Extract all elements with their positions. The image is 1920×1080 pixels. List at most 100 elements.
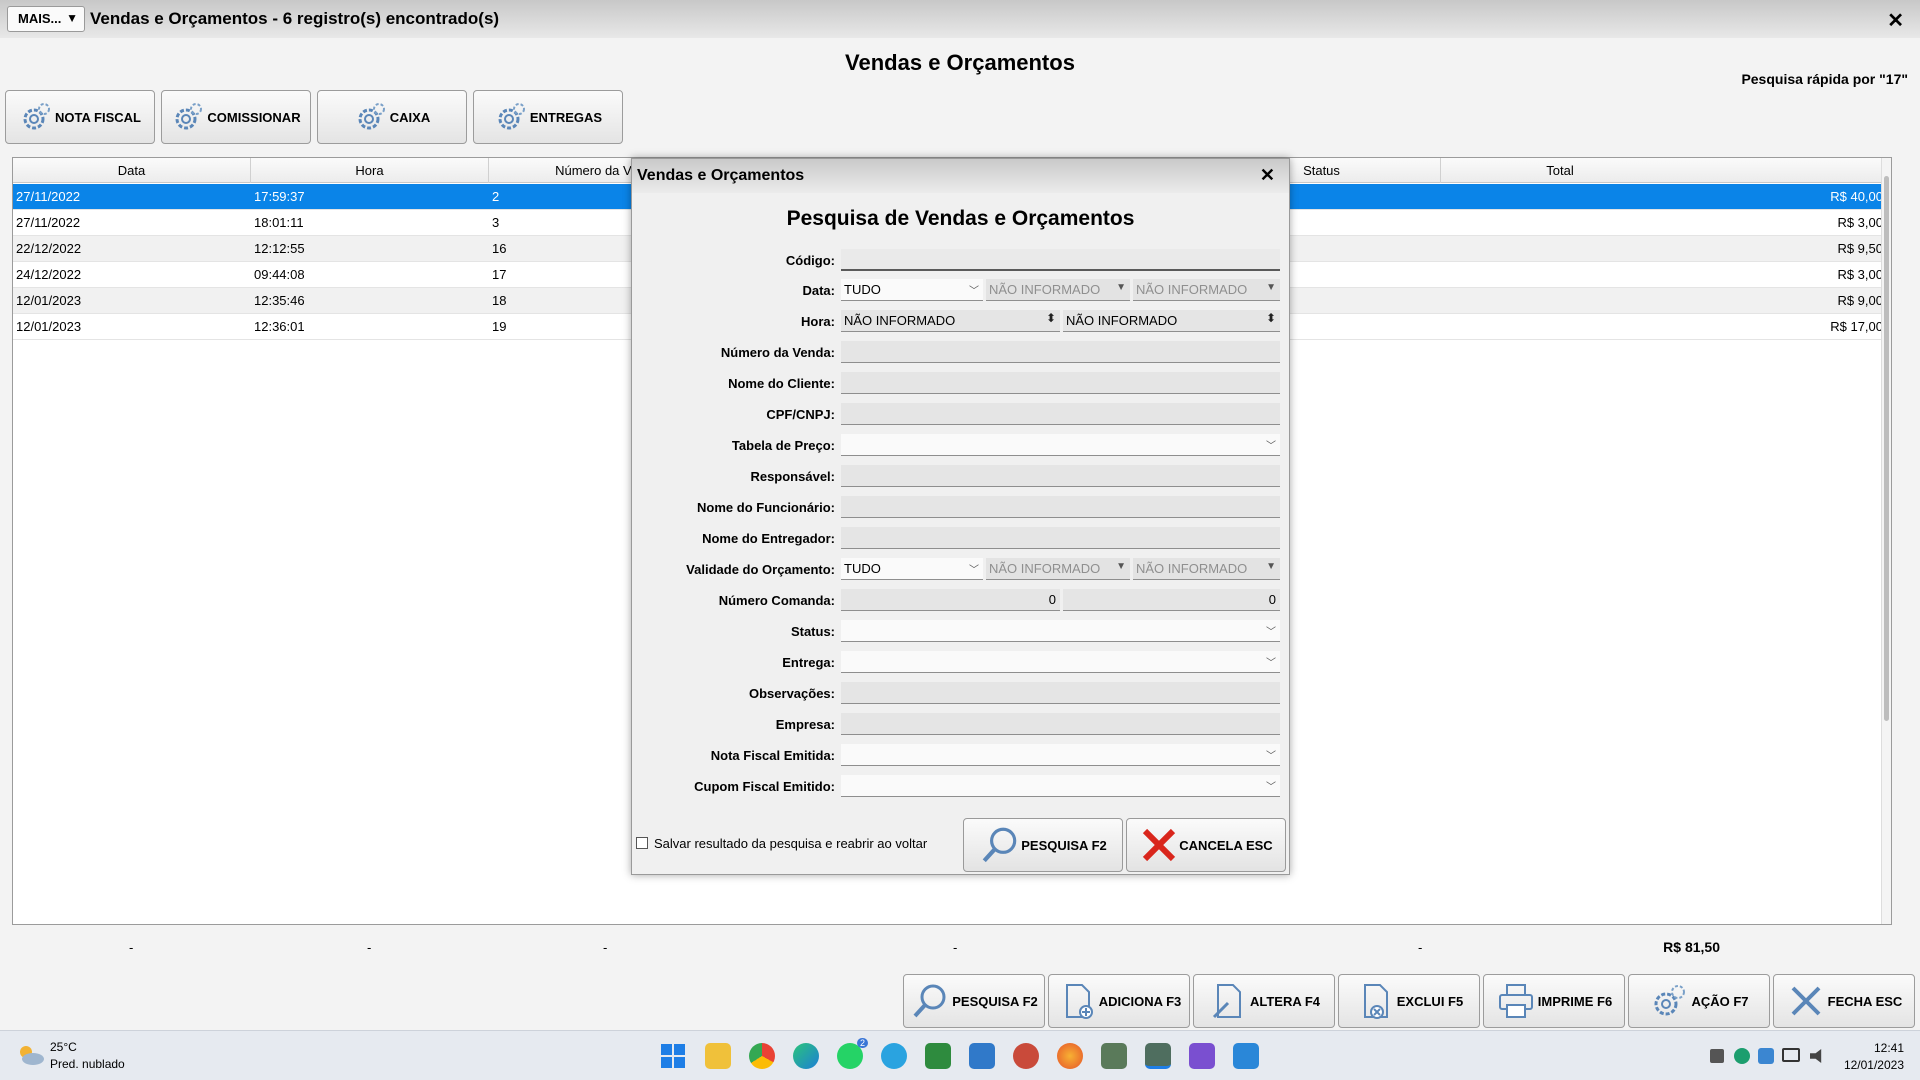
entregador-input[interactable] [841,527,1280,549]
data-end-select[interactable]: NÃO INFORMADO ▼ [1133,279,1280,301]
codigo-label: Código: [785,253,835,268]
cell-total: R$ 3,00 [1837,215,1883,230]
data-label: Data: [802,283,835,298]
spreadsheet-app-icon[interactable] [925,1043,951,1069]
erp-app-icon[interactable] [1101,1043,1127,1069]
chrome-icon[interactable] [749,1043,775,1069]
clock-date[interactable]: 12/01/2023 [1844,1058,1904,1072]
spinner-arrows-icon[interactable]: ⬍ [1266,311,1276,325]
mais-menu-button[interactable]: MAIS... ▼ [7,6,85,32]
gear-icon [1654,985,1686,1016]
entregas-button[interactable]: ENTREGAS [473,90,623,144]
imprime-button[interactable]: IMPRIME F6 [1483,974,1625,1028]
validade-start-select[interactable]: NÃO INFORMADO ▼ [986,558,1130,580]
total-dash: - [603,940,608,955]
erp-app-active-icon[interactable] [1145,1043,1171,1069]
mail-app-icon[interactable] [969,1043,995,1069]
total-dash: - [129,940,134,955]
cpf-cnpj-input[interactable] [841,403,1280,425]
validade-end-select[interactable]: NÃO INFORMADO ▼ [1133,558,1280,580]
data-start-select[interactable]: NÃO INFORMADO ▼ [986,279,1130,301]
dialog-search-button[interactable]: PESQUISA F2 [963,818,1123,872]
cloud-sync-icon[interactable] [1758,1048,1774,1064]
cpf-cnpj-label: CPF/CNPJ: [766,407,835,422]
windows-start-icon[interactable] [660,1043,686,1069]
window-close-button[interactable]: ✕ [1887,8,1904,33]
entregador-label: Nome do Entregador: [702,531,835,546]
caixa-label: CAIXA [389,109,431,125]
cell-hora: 09:44:08 [254,267,305,282]
whatsapp-icon[interactable]: 2 [837,1038,868,1069]
save-result-label[interactable]: Salvar resultado da pesquisa e reabrir a… [654,836,927,851]
entrega-select[interactable]: ﹀ [841,651,1280,673]
data-period-select[interactable]: TUDO ﹀ [841,279,983,301]
nota-fiscal-emitida-select[interactable]: ﹀ [841,744,1280,766]
column-header-total[interactable]: Total [1441,158,1679,183]
mais-label: MAIS... [18,11,62,26]
comissionar-button[interactable]: COMISSIONAR [161,90,311,144]
numero-venda-input[interactable] [841,341,1280,363]
volume-icon[interactable] [1810,1049,1822,1063]
network-icon[interactable] [1782,1048,1800,1062]
adiciona-label: ADICIONA F3 [1098,993,1182,1009]
weather-temperature[interactable]: 25°C [50,1040,77,1054]
caixa-button[interactable]: CAIXA [317,90,467,144]
gear-icon [494,100,528,134]
fecha-button[interactable]: FECHA ESC [1773,974,1915,1028]
nome-cliente-input[interactable] [841,372,1280,394]
dialog-close-button[interactable]: ✕ [1260,165,1275,186]
edge-icon[interactable] [793,1043,819,1069]
security-icon[interactable] [1734,1048,1750,1064]
hora-end-spinner[interactable]: NÃO INFORMADO ⬍ [1063,310,1280,332]
codigo-input[interactable] [841,249,1280,271]
dialog-cancel-button[interactable]: CANCELA ESC [1126,818,1286,872]
file-explorer-icon[interactable] [705,1043,731,1069]
pesquisa-button[interactable]: PESQUISA F2 [903,974,1045,1028]
fecha-label: FECHA ESC [1827,993,1903,1009]
cloud-sun-icon[interactable] [16,1043,46,1067]
add-document-icon [1065,984,1093,1019]
nota-fiscal-button[interactable]: NOTA FISCAL [5,90,155,144]
comanda-end-input[interactable]: 0 [1063,589,1280,611]
edit-document-icon [1212,984,1241,1019]
page-title: Vendas e Orçamentos [845,50,1075,75]
save-result-checkbox[interactable] [636,837,648,849]
window-title: Vendas e Orçamentos - 6 registro(s) enco… [90,9,500,28]
scrollbar-thumb[interactable] [1884,176,1889,721]
chevron-down-icon: ﹀ [1266,658,1276,669]
data-start-value: NÃO INFORMADO [989,282,1101,297]
validade-period-select[interactable]: TUDO ﹀ [841,558,983,580]
media-app-icon[interactable] [1189,1043,1215,1069]
weather-description[interactable]: Pred. nublado [50,1057,125,1071]
window-titlebar: MAIS... ▼ Vendas e Orçamentos - 6 regist… [0,0,1920,38]
dialog-search-label: PESQUISA F2 [1021,837,1107,853]
empresa-label: Empresa: [775,717,835,732]
tabela-preco-select[interactable]: ﹀ [841,434,1280,456]
observacoes-input[interactable] [841,682,1280,704]
altera-button[interactable]: ALTERA F4 [1193,974,1335,1028]
entrega-label: Entrega: [782,655,835,670]
exclui-button[interactable]: EXCLUI F5 [1338,974,1480,1028]
hora-start-spinner[interactable]: NÃO INFORMADO ⬍ [841,310,1060,332]
empresa-input[interactable] [841,713,1280,735]
app-icon-red[interactable] [1013,1043,1039,1069]
funcionario-input[interactable] [841,496,1280,518]
cell-data: 12/01/2023 [16,293,82,308]
spinner-arrows-icon[interactable]: ⬍ [1046,311,1056,325]
telegram-icon[interactable] [881,1043,907,1069]
column-header-hora[interactable]: Hora [251,158,489,183]
grid-scrollbar[interactable] [1881,158,1891,924]
cell-total: R$ 3,00 [1837,267,1883,282]
usb-icon[interactable] [1710,1049,1724,1063]
adiciona-button[interactable]: ADICIONA F3 [1048,974,1190,1028]
status-select[interactable]: ﹀ [841,620,1280,642]
comanda-start-input[interactable]: 0 [841,589,1060,611]
column-header-data[interactable]: Data [13,158,251,183]
acao-button[interactable]: AÇÃO F7 [1628,974,1770,1028]
app-window-icon[interactable] [1233,1043,1259,1069]
cupom-fiscal-emitido-select[interactable]: ﹀ [841,775,1280,797]
clock-time[interactable]: 12:41 [1874,1041,1904,1055]
firefox-icon[interactable] [1057,1043,1083,1069]
responsavel-input[interactable] [841,465,1280,487]
cell-hora: 18:01:11 [254,215,304,230]
